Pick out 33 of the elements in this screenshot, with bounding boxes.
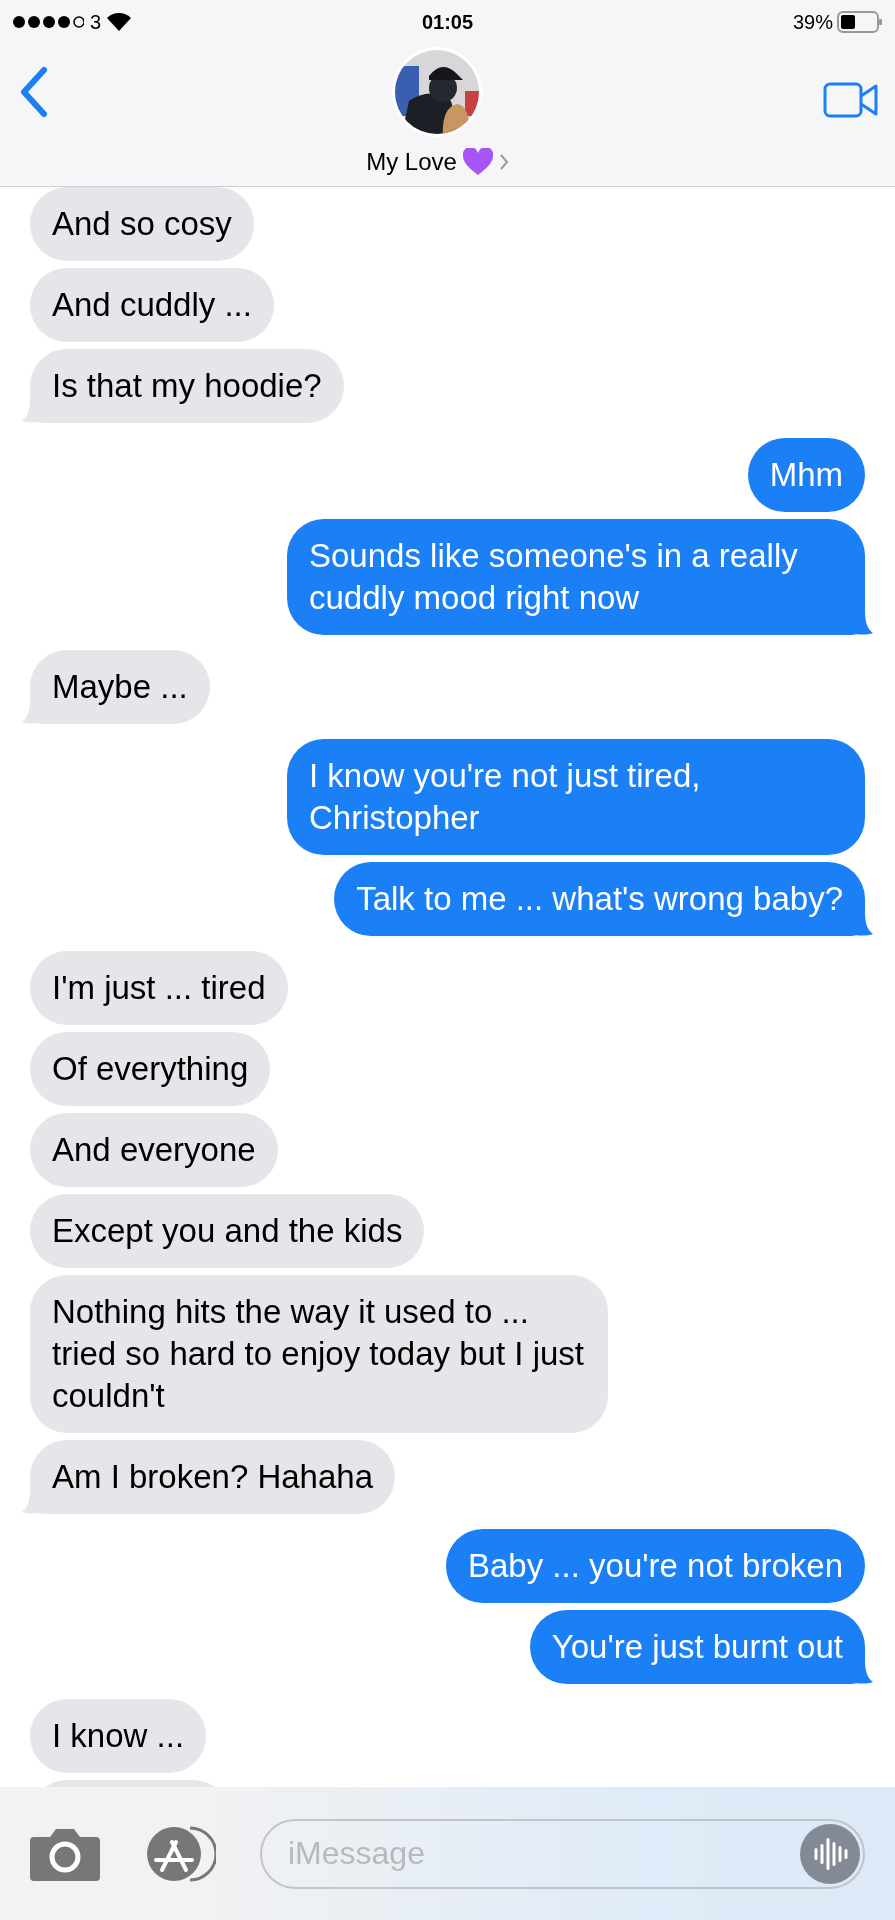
camera-button[interactable]	[30, 1826, 100, 1881]
message-bubble: Am I broken? Hahaha	[30, 1440, 396, 1514]
message-bubble: Is that my hoodie?	[30, 349, 344, 423]
message-bubble: I know you're not just tired, Christopher	[287, 739, 865, 855]
message-bubble: And cuddly ...	[30, 268, 274, 342]
message-bubble: Baby ... you're not broken	[445, 1529, 865, 1603]
wifi-icon	[107, 13, 132, 31]
contact-name[interactable]: My Love	[366, 144, 457, 180]
battery-percentage: 39%	[792, 10, 833, 35]
message-bubble: Except you and the kids	[30, 1194, 425, 1268]
message-bubble: I'm just ... tired	[30, 951, 288, 1025]
signal-icon	[12, 15, 84, 29]
message-input-field[interactable]: iMessage	[260, 1818, 865, 1889]
message-bubble: Maybe ...	[30, 650, 210, 724]
message-bubble: Mhm	[747, 438, 865, 512]
heart-icon	[462, 148, 493, 176]
chevron-right-icon	[498, 153, 509, 171]
back-chevron-icon	[18, 66, 50, 118]
video-camera-icon	[823, 82, 879, 118]
message-bubble: Of everything	[30, 1032, 271, 1106]
camera-icon	[30, 1826, 100, 1881]
clock: 01:05	[421, 10, 474, 35]
message-bubble: And everyone	[30, 1113, 278, 1187]
video-call-button[interactable]	[823, 82, 879, 118]
message-bubble: I know ...	[30, 1699, 207, 1773]
message-bubble: You're just burnt out	[529, 1610, 865, 1684]
carrier-label: 3	[90, 10, 102, 35]
audio-waveform-icon[interactable]	[800, 1823, 860, 1884]
message-bubble: Talk to me ... what's wrong baby?	[334, 862, 865, 936]
message-bubble: Sounds like someone's in a really cuddly mood right now	[287, 519, 865, 635]
battery-icon	[837, 11, 883, 33]
message-bubble: Nothing hits the way it used to ... tried so hard to enjoy today but I just couldn't	[30, 1275, 608, 1433]
message-bubble: And so cosy	[30, 187, 254, 261]
